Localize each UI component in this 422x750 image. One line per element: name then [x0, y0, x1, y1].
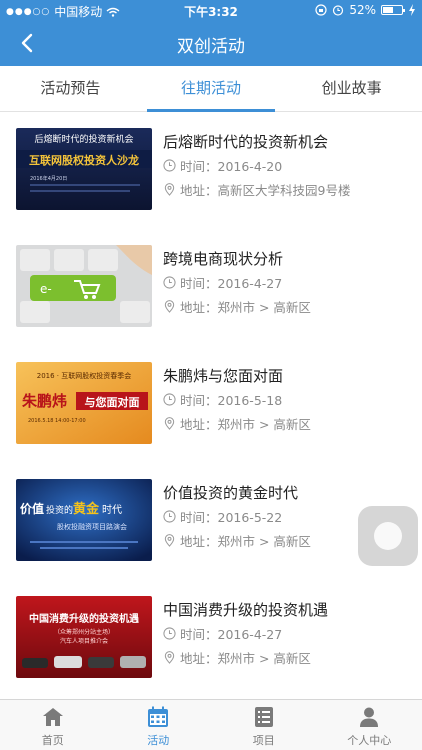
- activity-location: 地址：郑州市 > 高新区: [163, 531, 311, 550]
- battery-percent: 52%: [349, 3, 376, 17]
- poster-text: 股权投融资项目路演会: [57, 522, 127, 531]
- home-icon: [42, 708, 63, 726]
- poster-text: 互联网股权投资人沙龙: [29, 153, 139, 167]
- activity-location: 地址：郑州市 > 高新区: [163, 297, 311, 316]
- calendar-icon: [148, 706, 169, 727]
- poster-text: 后熔断时代的投资新机会: [34, 133, 133, 145]
- poster-text: 价值: [20, 501, 44, 516]
- tab-stories[interactable]: 创业故事: [281, 66, 422, 111]
- activity-thumbnail: 价值 投资的 黄金 时代 股权投融资项目路演会: [16, 479, 152, 561]
- tabbar-activities[interactable]: 活动: [106, 700, 212, 750]
- activity-title: 朱鹏炜与您面对面: [163, 367, 284, 385]
- activity-title: 中国消费升级的投资机遇: [163, 601, 329, 619]
- activity-location-text: 地址：郑州市 > 高新区: [180, 417, 311, 432]
- poster-text: 黄金: [73, 501, 100, 517]
- activity-time-text: 时间：2016-4-27: [180, 627, 283, 642]
- navigation-bar: 双创活动: [0, 20, 422, 66]
- tab-past[interactable]: 往期活动: [141, 66, 282, 112]
- poster-text: 2016.5.18 14:00-17:00: [28, 418, 86, 424]
- activity-location: 地址：郑州市 > 高新区: [163, 648, 311, 667]
- tabbar-label: 活动: [147, 734, 170, 747]
- clock-icon: [163, 510, 176, 523]
- alarm-icon: [333, 5, 344, 16]
- activity-time: 时间：2016-5-22: [163, 507, 282, 526]
- list-item[interactable]: e- 跨境电商现状分析 时间：2016-4-27 地址：郑州市 > 高新区: [0, 229, 422, 346]
- activity-title: 价值投资的黄金时代: [163, 484, 299, 502]
- person-icon: [360, 707, 379, 727]
- activity-title: 后熔断时代的投资新机会: [163, 133, 329, 151]
- tab-upcoming[interactable]: 活动预告: [0, 66, 141, 111]
- activity-location-text: 地址：郑州市 > 高新区: [180, 651, 311, 666]
- bottom-tab-bar: 首页 活动 项目 个人中心: [0, 699, 422, 750]
- tabbar-home[interactable]: 首页: [0, 700, 106, 750]
- charging-icon: [409, 4, 415, 16]
- poster-text: 中国消费升级的投资机遇: [29, 612, 139, 625]
- poster-text: 与您面对面: [85, 395, 140, 409]
- list-item[interactable]: 中国消费升级的投资机遇 （众筹郑州分站主场） 汽车人项目推介会 中国消费升级的投…: [0, 580, 422, 697]
- clock-icon: [163, 159, 176, 172]
- poster-text: 时代: [102, 504, 122, 516]
- tabbar-label: 首页: [41, 734, 64, 747]
- assistive-touch-button[interactable]: [358, 506, 418, 566]
- activity-location-text: 地址：郑州市 > 高新区: [180, 300, 311, 315]
- activity-thumbnail: 2016 · 互联网股权投资春季会 朱鹏炜 与您面对面 2016.5.18 14…: [16, 362, 152, 444]
- activity-time: 时间：2016-5-18: [163, 390, 282, 409]
- activity-time: 时间：2016-4-27: [163, 624, 282, 643]
- activity-time: 时间：2016-4-27: [163, 273, 282, 292]
- location-pin-icon: [164, 183, 175, 196]
- activity-thumbnail: 后熔断时代的投资新机会 互联网股权投资人沙龙 2016年4月20日: [16, 128, 152, 210]
- tabbar-label: 项目: [252, 734, 275, 747]
- clock-icon: [163, 393, 176, 406]
- activity-thumbnail: e-: [16, 245, 152, 327]
- activity-list: 后熔断时代的投资新机会 互联网股权投资人沙龙 2016年4月20日 后熔断时代的…: [0, 112, 422, 697]
- page-title: 双创活动: [177, 37, 245, 57]
- activity-thumbnail: 中国消费升级的投资机遇 （众筹郑州分站主场） 汽车人项目推介会: [16, 596, 152, 678]
- activity-time-text: 时间：2016-4-20: [180, 159, 283, 174]
- activity-title: 跨境电商现状分析: [163, 250, 284, 268]
- poster-text: 汽车人项目推介会: [60, 637, 108, 645]
- list-item[interactable]: 2016 · 互联网股权投资春季会 朱鹏炜 与您面对面 2016.5.18 14…: [0, 346, 422, 463]
- activity-location-text: 地址：郑州市 > 高新区: [180, 534, 311, 549]
- rotation-lock-icon: [315, 4, 327, 16]
- activity-time-text: 时间：2016-4-27: [180, 276, 283, 291]
- poster-text: 投资的: [46, 504, 73, 516]
- activity-location-text: 地址：高新区大学科技园9号楼: [180, 183, 351, 198]
- location-pin-icon: [164, 534, 175, 547]
- activity-time-text: 时间：2016-5-18: [180, 393, 283, 408]
- poster-text: （众筹郑州分站主场）: [54, 628, 114, 636]
- battery-icon: [381, 5, 405, 15]
- poster-text: 2016年4月20日: [30, 175, 67, 182]
- clock-icon: [163, 627, 176, 640]
- activity-time: 时间：2016-4-20: [163, 156, 282, 175]
- poster-text: 朱鹏炜: [22, 392, 67, 410]
- status-bar: ●●●○○ 中国移动 下午3:32 52%: [0, 0, 422, 20]
- list-icon: [254, 707, 273, 727]
- list-item[interactable]: 后熔断时代的投资新机会 互联网股权投资人沙龙 2016年4月20日 后熔断时代的…: [0, 112, 422, 229]
- tabbar-label: 个人中心: [347, 734, 392, 747]
- location-pin-icon: [164, 651, 175, 664]
- tabbar-projects[interactable]: 项目: [211, 700, 317, 750]
- tabbar-profile[interactable]: 个人中心: [317, 700, 422, 750]
- poster-text: e-: [40, 282, 52, 296]
- poster-text: 2016 · 互联网股权投资春季会: [37, 371, 132, 380]
- activity-location: 地址：高新区大学科技园9号楼: [163, 180, 350, 199]
- location-pin-icon: [164, 300, 175, 313]
- clock-icon: [163, 276, 176, 289]
- location-pin-icon: [164, 417, 175, 430]
- activity-time-text: 时间：2016-5-22: [180, 510, 283, 525]
- tab-strip: 活动预告 往期活动 创业故事: [0, 66, 422, 112]
- activity-location: 地址：郑州市 > 高新区: [163, 414, 311, 433]
